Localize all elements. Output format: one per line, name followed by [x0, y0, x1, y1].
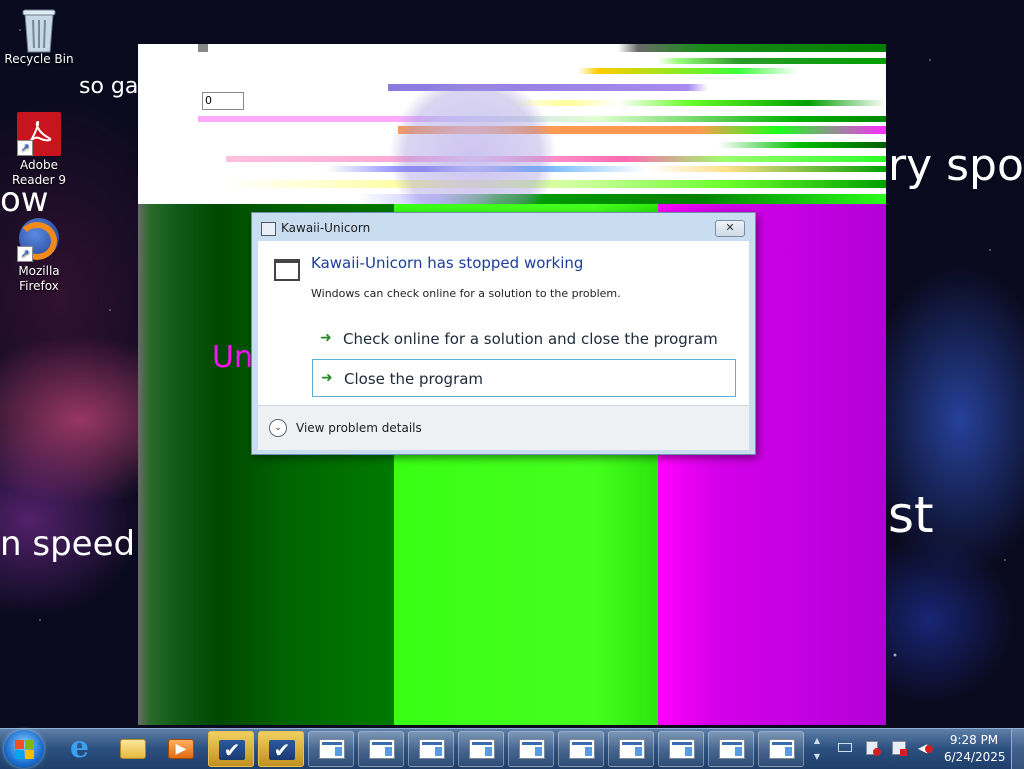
desktop-icon-firefox[interactable]: ↗ Mozilla Firefox [0, 218, 78, 294]
clock-date: 6/24/2025 [944, 750, 1006, 764]
glitch-top-area: 0 [138, 44, 886, 204]
option-label: Check online for a solution and close th… [343, 330, 718, 348]
desktop-icon-label: Mozilla Firefox [18, 264, 60, 293]
window-icon [519, 739, 545, 759]
error-dialog: Kawaii-Unicorn ✕ Kawaii-Unicorn has stop… [251, 212, 756, 455]
notification-area: ◀ [832, 729, 952, 769]
windows-logo-icon [15, 740, 24, 749]
clock-time: 9:28 PM [949, 733, 999, 747]
taskbar-scroll-control[interactable]: ▲ ▼ [812, 733, 822, 765]
internet-explorer-icon: e [70, 730, 90, 765]
action-center-icon[interactable] [866, 741, 881, 756]
glitch-artwork [388, 84, 558, 204]
window-icon [319, 739, 345, 759]
taskbar-kawaii-unicorn[interactable]: ✔ [258, 731, 304, 767]
wallpaper-text: st [888, 486, 934, 544]
wallpaper-text: so gal [79, 74, 145, 99]
view-problem-details-link[interactable]: View problem details [296, 421, 422, 435]
taskbar-internet-explorer[interactable]: e [60, 731, 106, 767]
program-icon [274, 259, 300, 281]
window-icon [619, 739, 645, 759]
dialog-footer: ⌄ View problem details [258, 405, 749, 450]
option-label: Close the program [344, 370, 484, 388]
taskbar: e ▶ ✔ ✔ ▲ ▼ ◀ 9:28 PM 6/24/2025 [0, 728, 1024, 769]
adobe-reader-icon: ↗ [17, 112, 61, 156]
dialog-content: Kawaii-Unicorn has stopped working Windo… [258, 241, 749, 405]
wallpaper-text: ry spo [888, 140, 1024, 191]
window-icon [369, 739, 395, 759]
taskbar-window[interactable] [758, 731, 804, 767]
window-icon [669, 739, 695, 759]
window-icon [769, 739, 795, 759]
taskbar-window[interactable] [608, 731, 654, 767]
show-desktop-button[interactable] [1011, 729, 1024, 769]
taskbar-media-player[interactable]: ▶ [158, 731, 204, 767]
windows-logo-icon [25, 740, 34, 749]
app-window-icon [261, 222, 276, 236]
taskbar-window[interactable] [658, 731, 704, 767]
dialog-subtext: Windows can check online for a solution … [311, 287, 621, 300]
desktop-icon-label: Adobe Reader 9 [12, 158, 66, 187]
green-arrow-icon: ➜ [320, 330, 332, 346]
recycle-bin-icon [17, 6, 61, 53]
taskbar-file-explorer[interactable] [110, 731, 156, 767]
chevron-down-icon[interactable]: ⌄ [269, 419, 287, 437]
dialog-title: Kawaii-Unicorn [281, 221, 371, 235]
taskbar-window[interactable] [408, 731, 454, 767]
taskbar-window[interactable] [458, 731, 504, 767]
shortcut-arrow-icon: ↗ [17, 140, 33, 156]
window-icon [719, 739, 745, 759]
taskbar-window[interactable] [308, 731, 354, 767]
dialog-title-bar[interactable]: Kawaii-Unicorn ✕ [252, 213, 755, 241]
window-icon [419, 739, 445, 759]
glitch-text-field[interactable]: 0 [202, 92, 244, 110]
desktop-icon-label: Recycle Bin [4, 52, 74, 66]
taskbar-window[interactable] [708, 731, 754, 767]
warning-check-icon: ✔ [219, 740, 245, 760]
check-online-option[interactable]: ➜ Check online for a solution and close … [312, 320, 736, 358]
windows-logo-icon [25, 750, 34, 759]
window-icon [569, 739, 595, 759]
taskbar-kawaii-unicorn[interactable]: ✔ [208, 731, 254, 767]
network-icon[interactable] [892, 741, 907, 756]
keyboard-icon[interactable] [838, 743, 852, 752]
media-player-icon: ▶ [168, 739, 194, 759]
wallpaper-text: n speed [0, 524, 136, 564]
start-button[interactable] [4, 730, 44, 768]
close-button[interactable]: ✕ [715, 220, 745, 237]
firefox-icon: ↗ [17, 218, 61, 262]
volume-muted-icon[interactable]: ◀ [918, 741, 933, 755]
warning-check-icon: ✔ [269, 740, 295, 760]
desktop-icon-recycle-bin[interactable]: Recycle Bin [0, 6, 78, 67]
taskbar-window[interactable] [558, 731, 604, 767]
green-arrow-icon: ➜ [321, 370, 333, 386]
glitch-partial-text: Un [212, 340, 253, 375]
glitch-bar [138, 58, 886, 64]
glitch-bar [138, 68, 886, 74]
dialog-heading: Kawaii-Unicorn has stopped working [311, 254, 584, 272]
close-program-option[interactable]: ➜ Close the program [312, 359, 736, 397]
window-icon [469, 739, 495, 759]
taskbar-window[interactable] [358, 731, 404, 767]
system-clock[interactable]: 9:28 PM 6/24/2025 [944, 732, 1006, 766]
glitch-bar [138, 44, 886, 52]
desktop-icon-adobe-reader[interactable]: ↗ Adobe Reader 9 [0, 112, 78, 188]
folder-icon [120, 739, 146, 759]
shortcut-arrow-icon: ↗ [17, 246, 33, 262]
windows-logo-icon [15, 750, 24, 759]
taskbar-window[interactable] [508, 731, 554, 767]
